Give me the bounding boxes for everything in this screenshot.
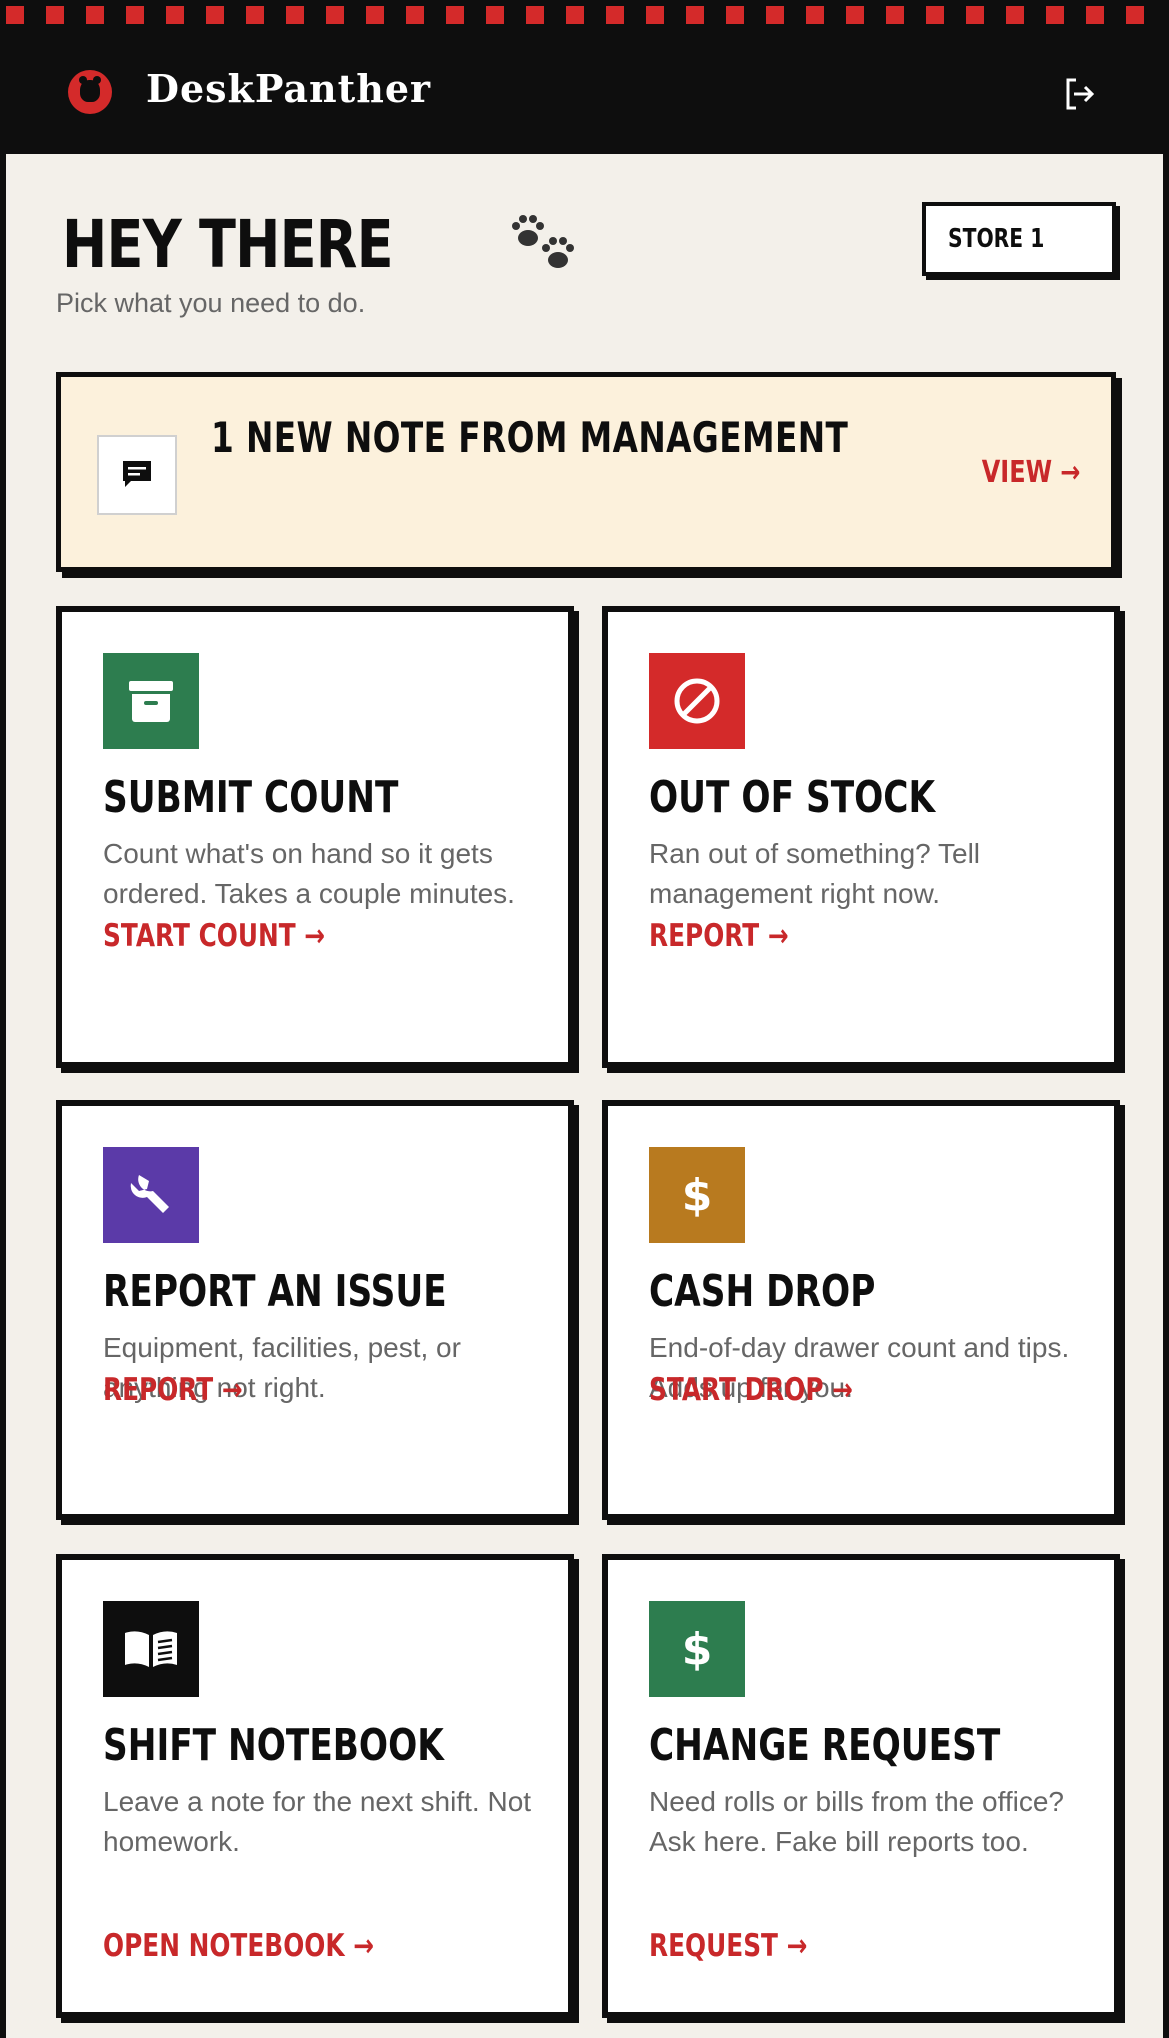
brand-name: DeskPanther — [146, 66, 432, 111]
start-count-link[interactable]: START COUNT → — [103, 918, 325, 954]
dollar-icon: $ — [649, 1147, 745, 1243]
note-title: 1 NEW NOTE FROM MANAGEMENT — [211, 413, 849, 462]
out-of-stock-card[interactable]: OUT OF STOCK Ran out of something? Tell … — [602, 606, 1120, 1068]
open-notebook-link[interactable]: OPEN NOTEBOOK → — [103, 1928, 374, 1964]
start-drop-link[interactable]: START DROP → — [649, 1372, 853, 1408]
card-title: CASH DROP — [649, 1266, 876, 1317]
checker-square — [926, 6, 944, 24]
card-title: CHANGE REQUEST — [649, 1720, 1001, 1771]
checker-square — [366, 6, 384, 24]
logout-icon[interactable] — [1058, 72, 1102, 116]
report-issue-card[interactable]: REPORT AN ISSUE Equipment, facilities, p… — [56, 1100, 574, 1520]
checker-square — [1086, 6, 1104, 24]
submit-count-card[interactable]: SUBMIT COUNT Count what's on hand so it … — [56, 606, 574, 1068]
checker-square — [326, 6, 344, 24]
dollar-icon: $ — [649, 1601, 745, 1697]
checker-square — [6, 6, 24, 24]
wrench-icon — [103, 1147, 199, 1243]
report-issue-link[interactable]: REPORT → — [103, 1372, 243, 1408]
archive-box-icon — [103, 653, 199, 749]
card-description: Leave a note for the next shift. Not hom… — [103, 1786, 532, 1857]
checker-square — [46, 6, 64, 24]
checker-square — [166, 6, 184, 24]
book-icon — [103, 1601, 199, 1697]
card-description: Need rolls or bills from the office? Ask… — [649, 1786, 1064, 1857]
checker-square — [526, 6, 544, 24]
checker-square — [406, 6, 424, 24]
checker-square — [646, 6, 664, 24]
svg-text:$: $ — [682, 1624, 713, 1675]
checker-square — [766, 6, 784, 24]
checker-square — [566, 6, 584, 24]
card-title: OUT OF STOCK — [649, 772, 936, 823]
cash-drop-card[interactable]: $ CASH DROP End-of-day drawer count and … — [602, 1100, 1120, 1520]
svg-text:$: $ — [682, 1170, 713, 1221]
checker-square — [486, 6, 504, 24]
card-title: SUBMIT COUNT — [103, 772, 399, 823]
checker-square — [206, 6, 224, 24]
checker-square — [1046, 6, 1064, 24]
checker-strip — [0, 0, 1169, 30]
checker-square — [246, 6, 264, 24]
change-request-card[interactable]: $ CHANGE REQUEST Need rolls or bills fro… — [602, 1554, 1120, 2018]
checker-square — [126, 6, 144, 24]
card-description: Count what's on hand so it gets ordered.… — [103, 838, 515, 909]
shift-notebook-card[interactable]: SHIFT NOTEBOOK Leave a note for the next… — [56, 1554, 574, 2018]
view-note-link[interactable]: VIEW → — [982, 455, 1081, 490]
paw-prints-icon — [506, 208, 586, 278]
prohibited-icon — [649, 653, 745, 749]
report-out-of-stock-link[interactable]: REPORT → — [649, 918, 789, 954]
checker-square — [846, 6, 864, 24]
checker-square — [886, 6, 904, 24]
panther-logo-icon — [68, 70, 112, 114]
checker-square — [446, 6, 464, 24]
management-note-banner[interactable]: 1 NEW NOTE FROM MANAGEMENT VIEW → — [56, 372, 1116, 572]
checker-square — [726, 6, 744, 24]
request-link[interactable]: REQUEST → — [649, 1928, 807, 1964]
message-icon — [97, 435, 177, 515]
card-title: SHIFT NOTEBOOK — [103, 1720, 444, 1771]
main-content: HEY THERE Pick what you need to do. STOR… — [6, 154, 1163, 2038]
page-title: HEY THERE — [62, 206, 394, 283]
store-label: STORE 1 — [948, 224, 1045, 254]
page-subtitle: Pick what you need to do. — [56, 288, 366, 318]
store-selector[interactable]: STORE 1 — [922, 202, 1116, 276]
checker-square — [286, 6, 304, 24]
checker-square — [966, 6, 984, 24]
top-bar: DeskPanther — [0, 30, 1169, 154]
checker-square — [1006, 6, 1024, 24]
card-title: REPORT AN ISSUE — [103, 1266, 447, 1317]
checker-square — [1126, 6, 1144, 24]
card-description: Ran out of something? Tell management ri… — [649, 838, 981, 909]
checker-square — [806, 6, 824, 24]
checker-square — [606, 6, 624, 24]
checker-square — [686, 6, 704, 24]
checker-square — [86, 6, 104, 24]
